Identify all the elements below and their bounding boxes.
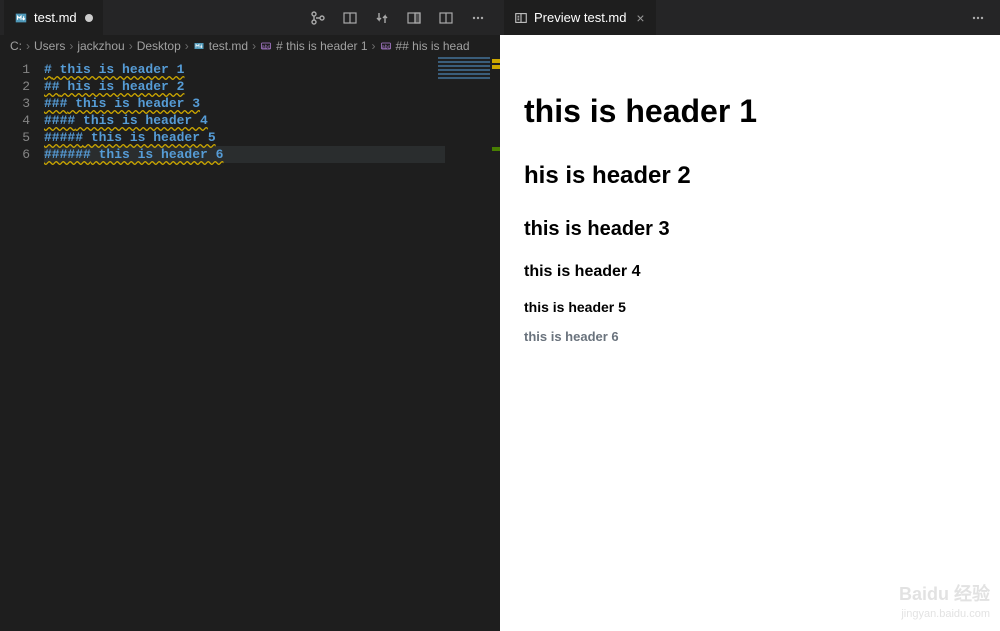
preview-icon [514,11,528,25]
code-line: ###### this is header 6 [44,146,445,163]
preview-h5: this is header 5 [524,299,976,315]
line-number-gutter: 1 2 3 4 5 6 [0,57,44,631]
breadcrumb-item: C: [10,39,22,53]
breadcrumb-item: test.md [193,39,248,53]
unsaved-dot-icon [85,14,93,22]
preview-h6: this is header 6 [524,329,976,344]
preview-tab-actions [968,8,996,28]
svg-text:abc: abc [262,44,271,50]
markdown-icon [14,11,28,25]
breadcrumb-item: jackzhou [77,39,124,53]
editor-tab-actions [308,8,496,28]
preview-group: Preview test.md × this is header 1 his i… [500,0,1000,631]
chevron-right-icon: › [69,39,73,53]
code-line: ##### this is header 5 [44,129,500,146]
line-number: 2 [0,78,30,95]
code-line: # this is header 1 [44,61,500,78]
chevron-right-icon: › [185,39,189,53]
preview-h1: this is header 1 [524,93,976,130]
line-number: 3 [0,95,30,112]
chevron-right-icon: › [26,39,30,53]
tab-label: test.md [34,10,77,25]
chevron-right-icon: › [252,39,256,53]
markdown-icon [193,40,205,52]
editor-tab-bar: test.md [0,0,500,35]
code-line: #### this is header 4 [44,112,500,129]
line-number: 1 [0,61,30,78]
overview-ruler[interactable] [490,57,500,631]
symbol-string-icon: abc [380,40,392,52]
chevron-right-icon: › [129,39,133,53]
breadcrumb-item: abc # this is header 1 [260,39,367,53]
editor-group: test.md C: › Users [0,0,500,631]
symbol-string-icon: abc [260,40,272,52]
preview-tab-label: Preview test.md [534,10,626,25]
open-preview-icon[interactable] [340,8,360,28]
preview-tab[interactable]: Preview test.md × [504,0,656,35]
preview-h4: this is header 4 [524,263,976,281]
watermark: Baidu 经验 jingyan.baidu.com [899,583,990,621]
chevron-right-icon: › [372,39,376,53]
source-control-icon[interactable] [308,8,328,28]
preview-tab-bar: Preview test.md × [500,0,1000,35]
more-actions-icon[interactable] [968,8,988,28]
minimap[interactable] [438,57,490,631]
split-editor-icon[interactable] [436,8,456,28]
preview-h2: his is header 2 [524,162,976,190]
code-line: ## his is header 2 [44,78,500,95]
line-number: 5 [0,129,30,146]
split-editor-right-icon[interactable] [404,8,424,28]
markdown-preview[interactable]: this is header 1 his is header 2 this is… [500,35,1000,631]
more-actions-icon[interactable] [468,8,488,28]
breadcrumb-item: abc ## his is head [380,39,470,53]
preview-h3: this is header 3 [524,218,976,241]
breadcrumb-item: Users [34,39,65,53]
code-area[interactable]: # this is header 1 ## his is header 2 ##… [44,57,500,631]
editor-body[interactable]: 1 2 3 4 5 6 # this is header 1 ## his is… [0,57,500,631]
line-number: 4 [0,112,30,129]
editor-tab-test-md[interactable]: test.md [4,0,103,35]
line-number: 6 [0,146,30,163]
breadcrumb-item: Desktop [137,39,181,53]
code-line: ### this is header 3 [44,95,500,112]
close-icon[interactable]: × [632,10,648,26]
svg-text:abc: abc [381,44,390,50]
compare-changes-icon[interactable] [372,8,392,28]
breadcrumb[interactable]: C: › Users › jackzhou › Desktop › test.m… [0,35,500,57]
